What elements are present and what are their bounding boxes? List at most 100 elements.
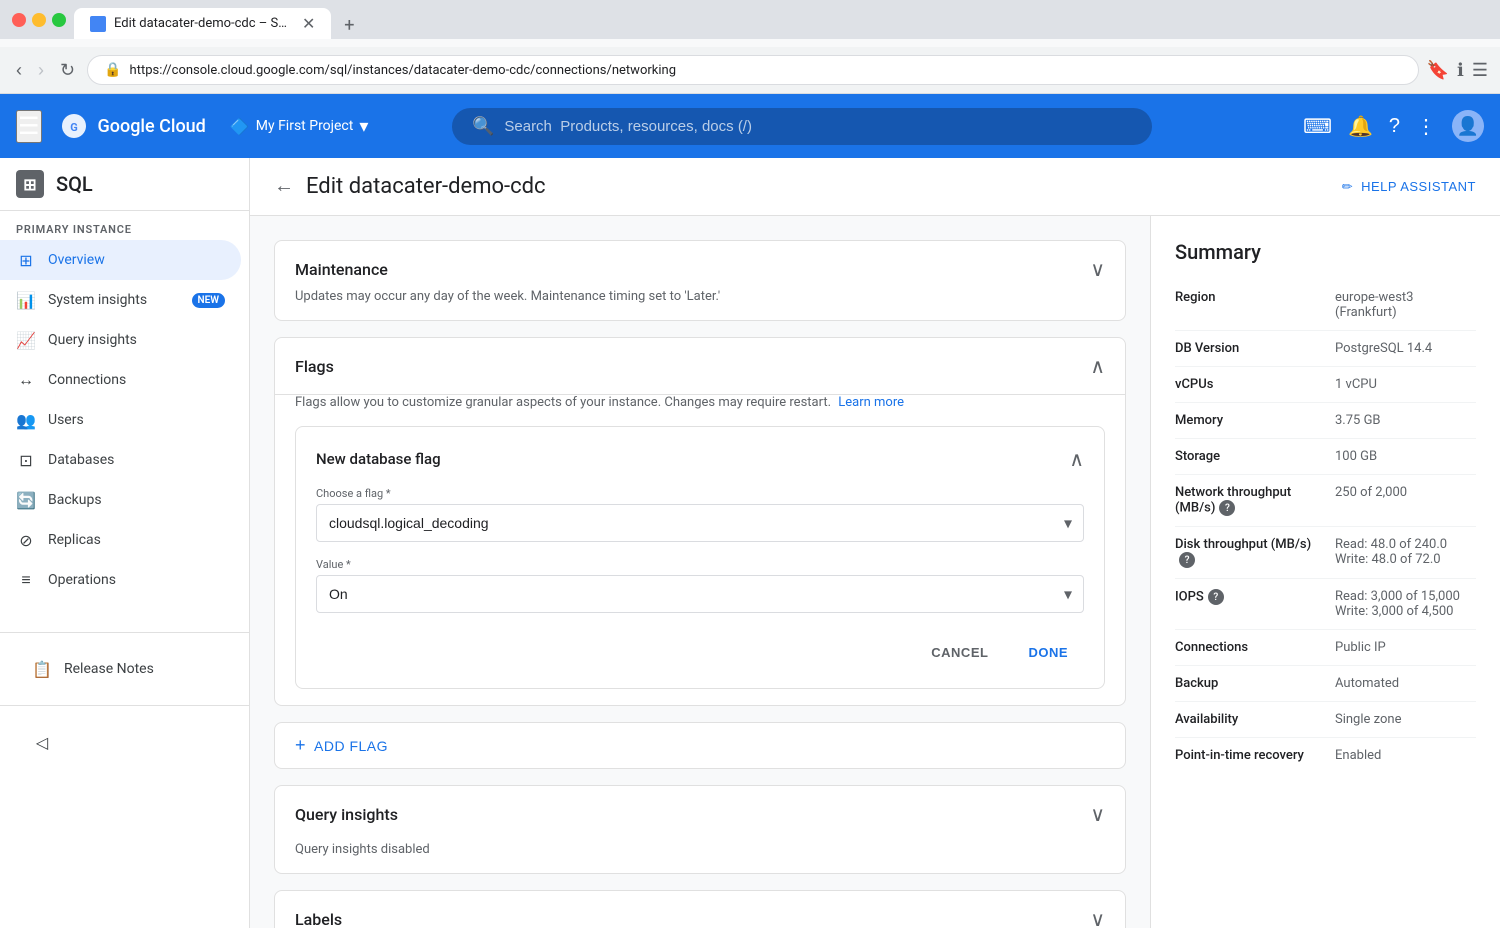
flags-description: Flags allow you to customize granular as… (295, 395, 1105, 410)
help-assistant-button[interactable]: ✏ HELP ASSISTANT (1342, 179, 1476, 195)
sidebar-item-label-query-insights: Query insights (48, 332, 225, 348)
flags-collapse-icon[interactable]: ∧ (1090, 354, 1105, 378)
address-bar[interactable]: 🔒 https://console.cloud.google.com/sql/i… (87, 55, 1419, 85)
flags-learn-more-link[interactable]: Learn more (838, 395, 904, 410)
page-header: ← Edit datacater-demo-cdc ✏ HELP ASSISTA… (250, 158, 1500, 216)
search-input[interactable] (504, 118, 1132, 135)
system-insights-icon: 📊 (16, 290, 36, 310)
summary-value: Read: 48.0 of 240.0Write: 48.0 of 72.0 (1335, 537, 1476, 567)
sidebar-item-users[interactable]: 👥 Users (0, 400, 241, 440)
refresh-button[interactable]: ↻ (56, 56, 79, 85)
cloud-logo-icon: G (58, 110, 90, 142)
value-select[interactable]: On Off (316, 575, 1084, 613)
connections-icon: ↔ (16, 370, 36, 390)
back-button[interactable]: ← (274, 175, 294, 198)
sidebar-item-backups[interactable]: 🔄 Backups (0, 480, 241, 520)
cloud-shell-button[interactable]: ⌨ (1303, 114, 1332, 139)
add-flag-button[interactable]: + ADD FLAG (274, 722, 1126, 769)
sidebar-item-query-insights[interactable]: 📈 Query insights (0, 320, 241, 360)
summary-row: Disk throughput (MB/s)?Read: 48.0 of 240… (1175, 527, 1476, 579)
sql-header: ⊞ SQL (0, 158, 249, 211)
summary-key: Network throughput (MB/s)? (1175, 485, 1335, 516)
help-assistant-label: HELP ASSISTANT (1361, 179, 1476, 194)
browser-actions: 🔖 ℹ ☰ (1427, 60, 1488, 81)
help-circle-icon[interactable]: ? (1208, 589, 1224, 605)
flag-select[interactable]: cloudsql.logical_decoding max_connection… (316, 504, 1084, 542)
forward-navigation-button[interactable]: › (34, 56, 48, 85)
project-chevron-icon: ▾ (359, 116, 368, 137)
add-flag-plus-icon: + (295, 735, 306, 756)
new-badge: NEW (192, 293, 226, 308)
project-name-text: My First Project (256, 118, 354, 134)
summary-value: Automated (1335, 676, 1476, 691)
cancel-flag-button[interactable]: CANCEL (915, 637, 1004, 668)
sidebar-item-overview[interactable]: ⊞ Overview (0, 240, 241, 280)
flag-actions: CANCEL DONE (316, 629, 1084, 668)
maintenance-collapse-icon[interactable]: ∨ (1090, 257, 1105, 281)
summary-key: Disk throughput (MB/s)? (1175, 537, 1335, 568)
help-circle-icon[interactable]: ? (1179, 552, 1195, 568)
add-flag-label: ADD FLAG (314, 738, 388, 754)
sidebar-item-label-connections: Connections (48, 372, 225, 388)
help-circle-icon[interactable]: ? (1219, 500, 1235, 516)
project-selector[interactable]: 🔷 My First Project ▾ (230, 116, 369, 137)
sidebar-item-label-system-insights: System insights (48, 292, 180, 308)
summary-value: 1 vCPU (1335, 377, 1476, 392)
maintenance-header: Maintenance ∨ (295, 257, 1105, 281)
more-options-button[interactable]: ⋮ (1416, 114, 1436, 139)
labels-collapse-icon[interactable]: ∨ (1090, 907, 1105, 928)
sidebar-item-connections[interactable]: ↔ Connections (0, 360, 241, 400)
sidebar-item-label-databases: Databases (48, 452, 225, 468)
account-button[interactable]: ℹ (1457, 60, 1464, 81)
flag-card-collapse-icon[interactable]: ∧ (1069, 447, 1084, 471)
summary-row: Storage100 GB (1175, 439, 1476, 475)
summary-value: Enabled (1335, 748, 1476, 763)
summary-key: Storage (1175, 449, 1335, 464)
project-icon: 🔷 (230, 117, 250, 136)
sidebar-item-collapse[interactable]: ◁ (16, 722, 225, 762)
summary-row: DB VersionPostgreSQL 14.4 (1175, 331, 1476, 367)
summary-key: Region (1175, 290, 1335, 305)
sidebar-item-replicas[interactable]: ⊘ Replicas (0, 520, 241, 560)
summary-title: Summary (1175, 240, 1476, 264)
sidebar-item-system-insights[interactable]: 📊 System insights NEW (0, 280, 241, 320)
flag-label: Choose a flag * (316, 487, 1084, 500)
summary-row: Memory3.75 GB (1175, 403, 1476, 439)
query-insights-header[interactable]: Query insights ∨ (275, 786, 1125, 842)
sidebar-item-label-users: Users (48, 412, 225, 428)
sidebar-item-label-release-notes: Release Notes (64, 661, 209, 677)
notifications-button[interactable]: 🔔 (1348, 114, 1373, 139)
sidebar-item-operations[interactable]: ≡ Operations (0, 560, 241, 600)
value-field-wrapper: Value * On Off ▾ (316, 558, 1084, 613)
summary-key: Memory (1175, 413, 1335, 428)
help-button[interactable]: ? (1389, 115, 1400, 138)
summary-key: Availability (1175, 712, 1335, 727)
page-header-left: ← Edit datacater-demo-cdc (274, 174, 546, 199)
summary-table: Regioneurope-west3 (Frankfurt)DB Version… (1175, 280, 1476, 773)
labels-section: Labels ∨ No labels set (274, 890, 1126, 928)
user-avatar[interactable]: 👤 (1452, 110, 1484, 142)
bookmark-button[interactable]: 🔖 (1427, 60, 1449, 81)
hamburger-menu-button[interactable]: ☰ (16, 110, 42, 143)
done-flag-button[interactable]: DONE (1012, 637, 1084, 668)
tab-close-button[interactable]: ✕ (302, 14, 315, 33)
labels-header[interactable]: Labels ∨ (275, 891, 1125, 928)
sidebar-item-release-notes[interactable]: 📋 Release Notes (16, 649, 225, 689)
sidebar: ⊞ SQL PRIMARY INSTANCE ⊞ Overview 📊 Syst… (0, 158, 250, 928)
new-tab-button[interactable]: + (335, 11, 363, 39)
sidebar-item-databases[interactable]: ⊡ Databases (0, 440, 241, 480)
query-insights-collapse-icon[interactable]: ∨ (1090, 802, 1105, 826)
backups-icon: 🔄 (16, 490, 36, 510)
browser-tab[interactable]: Edit datacater-demo-cdc – SQL ✕ (74, 8, 331, 39)
search-icon: 🔍 (472, 116, 494, 137)
search-bar[interactable]: 🔍 (452, 108, 1152, 145)
menu-button[interactable]: ☰ (1472, 60, 1488, 81)
back-navigation-button[interactable]: ‹ (12, 56, 26, 85)
summary-row: Regioneurope-west3 (Frankfurt) (1175, 280, 1476, 331)
url-text: https://console.cloud.google.com/sql/ins… (130, 63, 676, 78)
summary-row: vCPUs1 vCPU (1175, 367, 1476, 403)
flags-section: Flags ∧ Flags allow you to customize gra… (274, 337, 1126, 706)
flag-field-wrapper: Choose a flag * cloudsql.logical_decodin… (316, 487, 1084, 542)
flags-section-header[interactable]: Flags ∧ (275, 338, 1125, 395)
summary-key: Point-in-time recovery (1175, 748, 1335, 763)
